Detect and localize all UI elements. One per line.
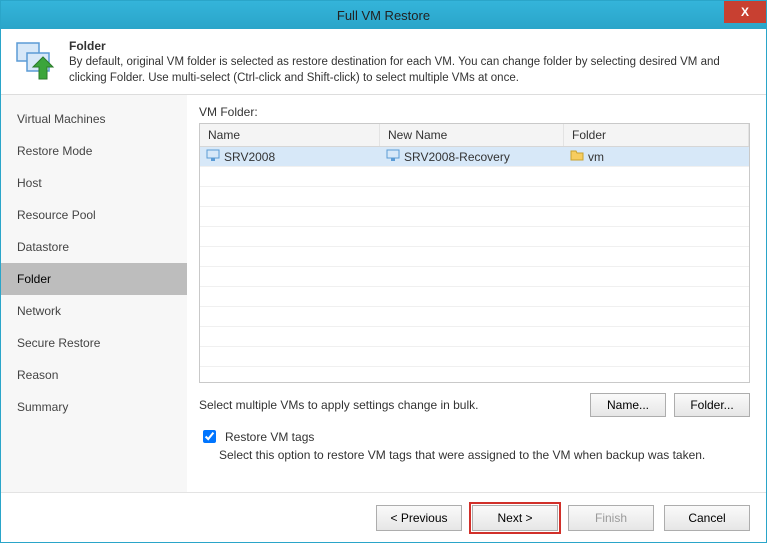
cell-name: SRV2008 xyxy=(224,150,275,164)
column-name[interactable]: Name xyxy=(200,124,380,146)
folder-button[interactable]: Folder... xyxy=(674,393,750,417)
wizard-footer: < Previous Next > Finish Cancel xyxy=(1,492,766,542)
restore-tags-label[interactable]: Restore VM tags xyxy=(225,430,314,444)
previous-button[interactable]: < Previous xyxy=(376,505,462,531)
sidebar-step-restore-mode[interactable]: Restore Mode xyxy=(1,135,187,167)
name-button[interactable]: Name... xyxy=(590,393,666,417)
sidebar-step-virtual-machines[interactable]: Virtual Machines xyxy=(1,103,187,135)
header-description: By default, original VM folder is select… xyxy=(69,55,754,86)
main-panel: VM Folder: Name New Name Folder SRV2008S… xyxy=(187,95,766,492)
window-title: Full VM Restore xyxy=(337,8,430,23)
table-row-empty xyxy=(200,207,749,227)
restore-tags-description: Select this option to restore VM tags th… xyxy=(219,448,750,462)
header-title: Folder xyxy=(69,39,754,53)
table-row-empty xyxy=(200,247,749,267)
table-row-empty xyxy=(200,327,749,347)
table-row[interactable]: SRV2008 SRV2008-Recovery vm xyxy=(200,147,749,167)
next-button[interactable]: Next > xyxy=(472,505,558,531)
column-folder[interactable]: Folder xyxy=(564,124,749,146)
table-row-empty xyxy=(200,347,749,367)
table-row-empty xyxy=(200,367,749,383)
grid-body: SRV2008 SRV2008-Recovery vm xyxy=(200,147,749,383)
vm-folder-label: VM Folder: xyxy=(199,105,750,119)
sidebar-step-folder[interactable]: Folder xyxy=(1,263,187,295)
grid-header: Name New Name Folder xyxy=(200,124,749,147)
vm-folder-grid[interactable]: Name New Name Folder SRV2008 SRV2008-Reco… xyxy=(199,123,750,383)
sidebar-step-datastore[interactable]: Datastore xyxy=(1,231,187,263)
bulk-hint: Select multiple VMs to apply settings ch… xyxy=(199,398,478,412)
sidebar-step-reason[interactable]: Reason xyxy=(1,359,187,391)
cell-folder: vm xyxy=(588,150,604,164)
table-row-empty xyxy=(200,267,749,287)
finish-button[interactable]: Finish xyxy=(568,505,654,531)
wizard-header: Folder By default, original VM folder is… xyxy=(1,29,766,94)
sidebar-step-summary[interactable]: Summary xyxy=(1,391,187,423)
restore-tags-checkbox[interactable] xyxy=(203,430,216,443)
vm-icon xyxy=(386,148,400,165)
sidebar-step-host[interactable]: Host xyxy=(1,167,187,199)
sidebar-step-network[interactable]: Network xyxy=(1,295,187,327)
close-icon: X xyxy=(741,5,749,19)
sidebar-step-resource-pool[interactable]: Resource Pool xyxy=(1,199,187,231)
close-button[interactable]: X xyxy=(724,1,766,23)
table-row-empty xyxy=(200,287,749,307)
table-row-empty xyxy=(200,307,749,327)
table-row-empty xyxy=(200,227,749,247)
cancel-button[interactable]: Cancel xyxy=(664,505,750,531)
column-new-name[interactable]: New Name xyxy=(380,124,564,146)
table-row-empty xyxy=(200,187,749,207)
wizard-steps-sidebar: Virtual MachinesRestore ModeHostResource… xyxy=(1,95,187,492)
folder-icon xyxy=(570,148,584,165)
folder-restore-icon xyxy=(13,39,57,83)
wizard-window: Full VM Restore X Folder By default, ori… xyxy=(0,0,767,543)
title-bar: Full VM Restore X xyxy=(1,1,766,29)
cell-new-name: SRV2008-Recovery xyxy=(404,150,510,164)
sidebar-step-secure-restore[interactable]: Secure Restore xyxy=(1,327,187,359)
vm-icon xyxy=(206,148,220,165)
table-row-empty xyxy=(200,167,749,187)
